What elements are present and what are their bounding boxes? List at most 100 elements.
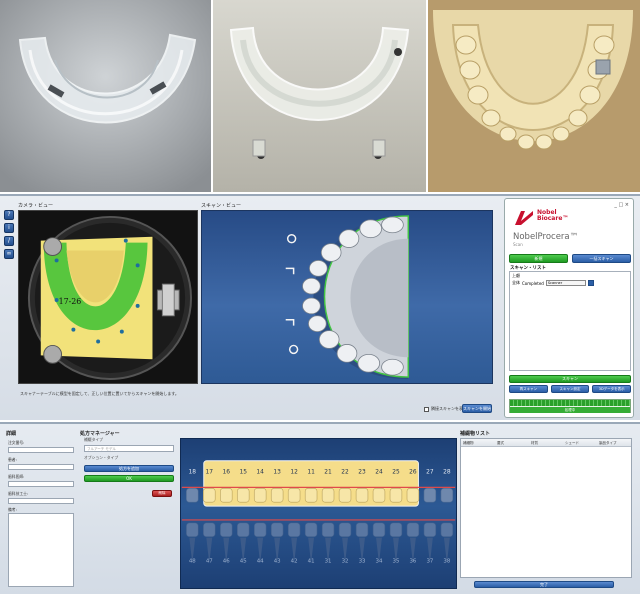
lower-tooth[interactable] <box>440 522 454 537</box>
column-header[interactable]: シェード <box>563 439 597 446</box>
lower-tooth[interactable] <box>389 522 403 537</box>
tab-batch-scan[interactable]: 一括スキャン <box>572 254 631 263</box>
scan-settings-button[interactable]: スキャン設定 <box>550 385 590 393</box>
lower-tooth[interactable] <box>355 522 369 537</box>
lower-tooth[interactable] <box>423 522 437 537</box>
show-3d-button[interactable]: 3Dデータを表示 <box>592 385 632 393</box>
technician-field[interactable] <box>8 498 74 504</box>
tooth-number-upper[interactable]: 14 <box>256 470 264 476</box>
tooth-number-lower[interactable]: 41 <box>308 558 315 564</box>
lower-tooth[interactable] <box>287 522 301 537</box>
tooth-number-upper[interactable]: 24 <box>375 470 383 476</box>
tooth-number-upper[interactable]: 16 <box>222 470 230 476</box>
tooth-number-upper[interactable]: 28 <box>443 470 451 476</box>
upper-tooth[interactable] <box>220 488 233 503</box>
row-action-icon[interactable] <box>587 280 594 286</box>
tab-new[interactable]: 新規 <box>509 254 568 263</box>
tooth-number-upper[interactable]: 18 <box>189 470 197 476</box>
window-controls[interactable]: _ □ × <box>614 202 629 208</box>
order-number-label: 注文番号: <box>8 440 25 445</box>
notes-field[interactable] <box>8 513 74 587</box>
upper-tooth[interactable] <box>321 488 335 503</box>
tooth-number-upper[interactable]: 13 <box>273 470 281 476</box>
tooth-number-lower[interactable]: 37 <box>426 558 433 564</box>
tooth-number-lower[interactable]: 32 <box>342 558 349 564</box>
tooth-number-upper[interactable]: 11 <box>307 470 315 476</box>
tooth-number-lower[interactable]: 35 <box>393 558 400 564</box>
upper-tooth[interactable] <box>270 488 284 503</box>
list-item[interactable]: 全体 Completed Scanner <box>510 280 630 286</box>
tooth-number-lower[interactable]: 44 <box>257 558 264 564</box>
scan-view[interactable] <box>201 210 493 384</box>
tooth-number-upper[interactable]: 23 <box>358 470 366 476</box>
lower-tooth[interactable] <box>220 522 233 537</box>
lower-tooth[interactable] <box>186 522 199 537</box>
upper-tooth[interactable] <box>372 488 386 503</box>
tooth-number-lower[interactable]: 34 <box>376 558 383 564</box>
restoration-type-select[interactable]: フルアーチ モデル <box>84 445 174 452</box>
tooth-number-upper[interactable]: 25 <box>392 470 400 476</box>
lower-tooth[interactable] <box>253 522 267 537</box>
upper-tooth[interactable] <box>355 488 369 503</box>
upper-tooth[interactable] <box>203 488 216 503</box>
upper-tooth[interactable] <box>423 488 437 503</box>
tooth-number-lower[interactable]: 45 <box>240 558 247 564</box>
tooth-number-lower[interactable]: 36 <box>409 558 416 564</box>
left-toolbar: ? i / ∞ <box>4 210 14 262</box>
tooth-number-lower[interactable]: 43 <box>274 558 281 564</box>
upper-tooth[interactable] <box>389 488 403 503</box>
adjacent-scan-checkbox[interactable] <box>424 406 429 412</box>
tooth-number-lower[interactable]: 38 <box>443 558 450 564</box>
ok-button[interactable]: OK <box>84 475 174 482</box>
tooth-number-upper[interactable]: 21 <box>324 470 332 476</box>
lower-tooth[interactable] <box>372 522 386 537</box>
upper-tooth[interactable] <box>253 488 267 503</box>
lower-tooth[interactable] <box>338 522 352 537</box>
column-header[interactable]: 材質 <box>529 439 563 446</box>
tooth-chart[interactable]: 18 48 17 47 16 46 15 45 14 44 13 43 12 42 11 41 21 31 22 32… <box>180 438 457 589</box>
help-icon[interactable]: ? <box>4 210 14 220</box>
order-number-field[interactable] <box>8 447 74 453</box>
upper-tooth[interactable] <box>304 488 318 503</box>
tooth-number-upper[interactable]: 12 <box>290 470 298 476</box>
column-header[interactable]: 製品タイプ <box>597 439 631 446</box>
tooth-number-lower[interactable]: 47 <box>206 558 213 564</box>
upper-tooth[interactable] <box>236 488 250 503</box>
delete-button[interactable]: 削除 <box>152 490 172 497</box>
rescan-button[interactable]: 再スキャン <box>509 385 548 393</box>
lower-tooth[interactable] <box>304 522 318 537</box>
scanner-select[interactable]: Scanner <box>545 280 586 286</box>
tooth-number-upper[interactable]: 27 <box>426 470 434 476</box>
link-icon[interactable]: ∞ <box>4 249 14 259</box>
patient-field[interactable] <box>8 464 74 470</box>
tooth-number-lower[interactable]: 31 <box>325 558 332 564</box>
lower-tooth[interactable] <box>203 522 216 537</box>
upper-tooth[interactable] <box>440 488 454 503</box>
tooth-number-lower[interactable]: 46 <box>223 558 230 564</box>
adjacent-scan-option[interactable]: 隣接スキャンを表示 <box>424 406 467 412</box>
tooth-number-lower[interactable]: 42 <box>291 558 298 564</box>
tooth-number-lower[interactable]: 33 <box>359 558 366 564</box>
scan-button[interactable]: スキャン <box>509 375 631 383</box>
tooth-number-upper[interactable]: 22 <box>341 470 349 476</box>
pen-icon[interactable]: / <box>4 236 14 246</box>
upper-tooth[interactable] <box>338 488 352 503</box>
start-scan-button[interactable]: スキャンを開始 <box>462 404 492 413</box>
tooth-number-lower[interactable]: 48 <box>189 558 196 564</box>
tooth-number-upper[interactable]: 26 <box>409 470 417 476</box>
column-header[interactable]: 要式 <box>495 439 529 446</box>
dentist-field[interactable] <box>8 481 74 487</box>
lower-tooth[interactable] <box>321 522 335 537</box>
finish-button[interactable]: 完了 <box>474 581 614 588</box>
lower-tooth[interactable] <box>236 522 250 537</box>
tooth-number-upper[interactable]: 17 <box>206 470 214 476</box>
info-icon[interactable]: i <box>4 223 14 233</box>
lower-tooth[interactable] <box>406 522 420 537</box>
upper-tooth[interactable] <box>186 488 199 503</box>
upper-tooth[interactable] <box>287 488 301 503</box>
column-header[interactable]: 補綴物 <box>461 439 495 446</box>
add-prescription-button[interactable]: 処方を追加 <box>84 465 174 472</box>
upper-tooth[interactable] <box>406 488 420 503</box>
lower-tooth[interactable] <box>270 522 284 537</box>
tooth-number-upper[interactable]: 15 <box>239 470 247 476</box>
